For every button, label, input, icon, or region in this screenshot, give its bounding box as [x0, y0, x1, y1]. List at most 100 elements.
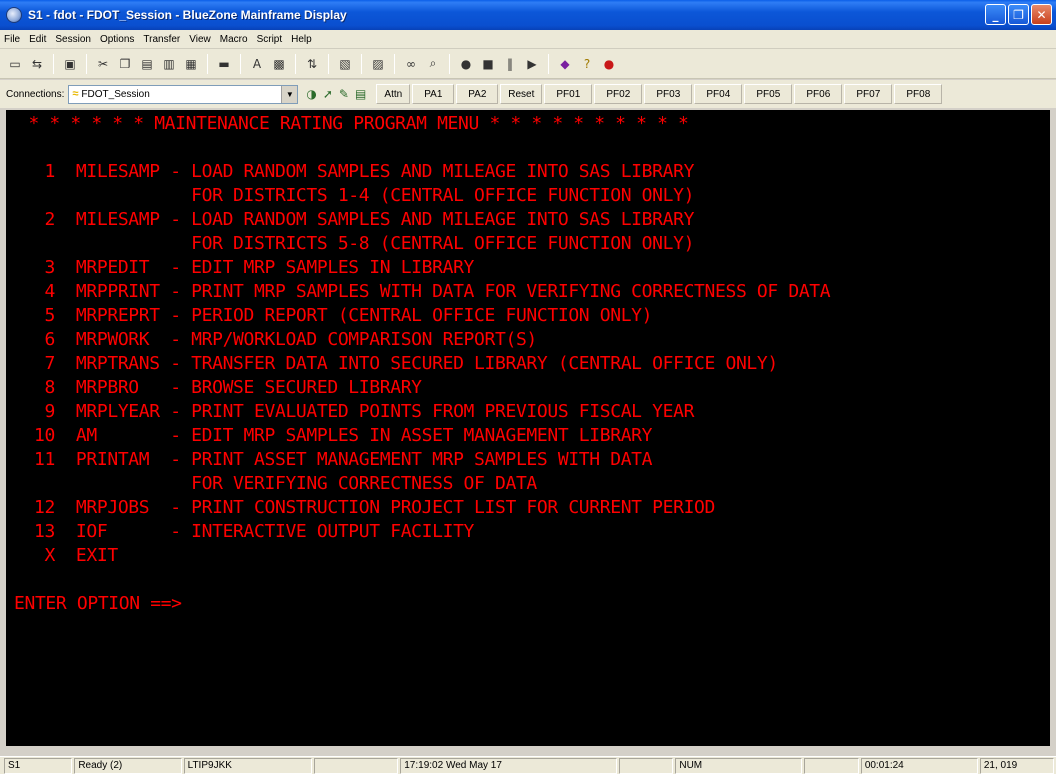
pf08-key[interactable]: PF08 [894, 84, 943, 104]
toolbar-separator [449, 53, 450, 74]
option-line: 8 MRPBRO - BROWSE SECURED LIBRARY [34, 377, 422, 398]
menu-file[interactable]: File [4, 34, 20, 45]
status-cursor: 21, 019 [979, 757, 1055, 774]
option-line: 5 MRPREPRT - PERIOD REPORT (CENTRAL OFFI… [34, 305, 653, 326]
run-icon[interactable]: ➚ [323, 87, 333, 101]
option-line: 1 MILESAMP - LOAD RANDOM SAMPLES AND MIL… [34, 161, 695, 182]
window-controls: _ ❐ ✕ [985, 4, 1052, 25]
status-empty [314, 757, 399, 774]
toolbar-separator [295, 53, 296, 74]
menu-options[interactable]: Options [100, 34, 134, 45]
attn-key[interactable]: Attn [376, 84, 411, 104]
menu-transfer[interactable]: Transfer [143, 34, 180, 45]
chevron-down-icon[interactable]: ▼ [281, 85, 298, 103]
stop-icon[interactable]: ■ [479, 55, 497, 73]
option-line: 6 MRPWORK - MRP/WORKLOAD COMPARISON REPO… [34, 329, 537, 350]
pf05-key[interactable]: PF05 [744, 84, 793, 104]
status-empty [804, 757, 859, 774]
status-state: Ready (2) [74, 757, 182, 774]
reset-key[interactable]: Reset [500, 84, 543, 104]
option-line: 9 MRPLYEAR - PRINT EVALUATED POINTS FROM… [34, 401, 695, 422]
pf06-key[interactable]: PF06 [794, 84, 843, 104]
minimize-button[interactable]: _ [985, 4, 1006, 25]
menu-help[interactable]: Help [291, 34, 312, 45]
status-empty [618, 757, 674, 774]
toolbar-separator [548, 53, 549, 74]
toolbar-separator [394, 53, 395, 74]
option-line: FOR DISTRICTS 5-8 (CENTRAL OFFICE FUNCTI… [34, 233, 695, 254]
connection-value: FDOT_Session [81, 88, 150, 100]
pf01-key[interactable]: PF01 [544, 84, 593, 104]
keyboard-icon[interactable]: ▩ [270, 55, 288, 73]
option-line: FOR VERIFYING CORRECTNESS OF DATA [34, 473, 537, 494]
close-button[interactable]: ✕ [1031, 4, 1052, 25]
properties-icon[interactable]: ▣ [61, 55, 79, 73]
restore-button[interactable]: ❐ [1008, 4, 1029, 25]
pa1-key[interactable]: PA1 [412, 84, 455, 104]
connect-icon[interactable]: ▭ [6, 55, 24, 73]
bluezone-app-icon[interactable] [6, 7, 22, 23]
toolbar-separator [328, 53, 329, 74]
status-bar: S1 Ready (2) LTIP9JKK 17:19:02 Wed May 1… [0, 756, 1056, 774]
menu-view[interactable]: View [189, 34, 211, 45]
session-icon: ≈ [72, 88, 79, 100]
title-bar[interactable]: S1 - fdot - FDOT_Session - BlueZone Main… [0, 0, 1056, 30]
pause-icon[interactable]: ‖ [501, 55, 519, 73]
status-lu: LTIP9JKK [183, 757, 313, 774]
connection-bar: Connections: ≈ FDOT_Session ▼ ◑ ➚ ✎ ▤ At… [0, 80, 1056, 108]
toolbar-separator [240, 53, 241, 74]
view-icon[interactable]: ▤ [355, 87, 366, 101]
refresh-icon[interactable]: ◑ [306, 87, 316, 101]
menu-bar: File Edit Session Options Transfer View … [0, 30, 1056, 49]
connections-label: Connections: [6, 88, 65, 100]
font-icon[interactable]: A [248, 55, 266, 73]
toolbar-separator [207, 53, 208, 74]
option-line: 2 MILESAMP - LOAD RANDOM SAMPLES AND MIL… [34, 209, 695, 230]
option-line: 7 MRPTRANS - TRANSFER DATA INTO SECURED … [34, 353, 778, 374]
play-icon[interactable]: ▶ [523, 55, 541, 73]
option-line: 13 IOF - INTERACTIVE OUTPUT FACILITY [34, 521, 475, 542]
menu-session[interactable]: Session [55, 34, 91, 45]
toolbar-separator [86, 53, 87, 74]
transfer-icon[interactable]: ⇅ [303, 55, 321, 73]
display-icon[interactable]: ▬ [215, 55, 233, 73]
find-icon[interactable]: ⌕ [424, 55, 442, 73]
pf02-key[interactable]: PF02 [594, 84, 643, 104]
toolbar-separator [361, 53, 362, 74]
option-line: 12 MRPJOBS - PRINT CONSTRUCTION PROJECT … [34, 497, 716, 518]
option-line: 11 PRINTAM - PRINT ASSET MANAGEMENT MRP … [34, 449, 653, 470]
clipboard-icon[interactable]: ▧ [336, 55, 354, 73]
pf07-key[interactable]: PF07 [844, 84, 893, 104]
status-session: S1 [4, 757, 73, 774]
connection-select[interactable]: ≈ FDOT_Session ▼ [68, 84, 299, 104]
status-elapsed: 00:01:24 [860, 757, 978, 774]
macro-icon[interactable]: ∞ [402, 55, 420, 73]
option-line: 10 AM - EDIT MRP SAMPLES IN ASSET MANAGE… [34, 425, 653, 446]
send-file-icon[interactable]: ▨ [369, 55, 387, 73]
status-num: NUM [675, 757, 803, 774]
option-prompt[interactable]: ENTER OPTION ==> [14, 592, 182, 616]
copy-icon[interactable]: ❐ [116, 55, 134, 73]
pf03-key[interactable]: PF03 [644, 84, 693, 104]
toolbar: ▭ ⇆ ▣ ✂ ❐ ▤ ▥ ▦ ▬ A ▩ ⇅ ▧ ▨ ∞ ⌕ ● ■ ‖ ▶ … [0, 49, 1056, 79]
option-line: 3 MRPEDIT - EDIT MRP SAMPLES IN LIBRARY [34, 257, 475, 278]
script-icon[interactable]: ◆ [556, 55, 574, 73]
print-icon[interactable]: ▥ [160, 55, 178, 73]
menu-macro[interactable]: Macro [220, 34, 248, 45]
option-line: X EXIT [34, 545, 118, 566]
option-line: 4 MRPPRINT - PRINT MRP SAMPLES WITH DATA… [34, 281, 831, 302]
apple-icon[interactable]: ● [600, 55, 618, 73]
terminal-screen[interactable]: * * * * * * MAINTENANCE RATING PROGRAM M… [6, 110, 1050, 746]
menu-edit[interactable]: Edit [29, 34, 46, 45]
paste-icon[interactable]: ▤ [138, 55, 156, 73]
cut-icon[interactable]: ✂ [94, 55, 112, 73]
toolbar-separator [53, 53, 54, 74]
record-icon[interactable]: ● [457, 55, 475, 73]
help-icon[interactable]: ? [578, 55, 596, 73]
disconnect-icon[interactable]: ⇆ [28, 55, 46, 73]
pf04-key[interactable]: PF04 [694, 84, 743, 104]
menu-script[interactable]: Script [257, 34, 283, 45]
edit-icon[interactable]: ✎ [339, 87, 349, 101]
pa2-key[interactable]: PA2 [456, 84, 499, 104]
print-screen-icon[interactable]: ▦ [182, 55, 200, 73]
